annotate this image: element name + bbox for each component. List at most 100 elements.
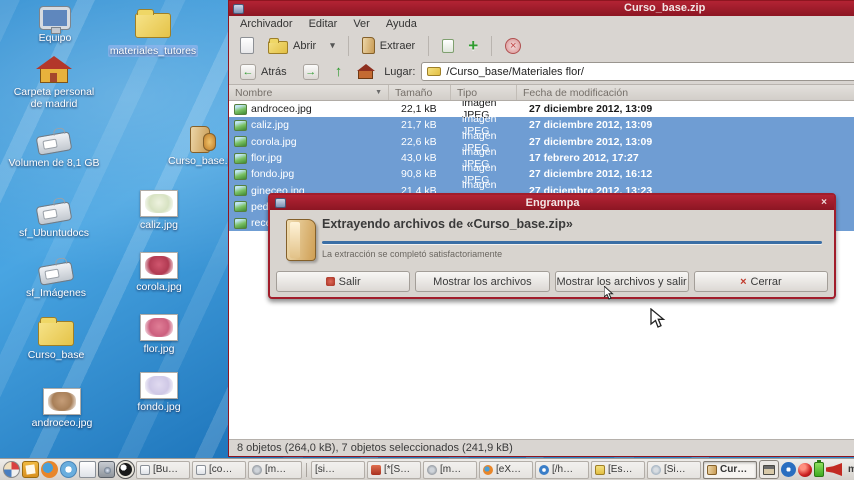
- taskbar-task[interactable]: [si…: [311, 460, 365, 479]
- desktop: Equipo materiales_tutores Carpeta person…: [0, 0, 854, 480]
- column-header-fecha[interactable]: Fecha de modificación: [517, 85, 854, 100]
- up-button[interactable]: ↑: [330, 61, 348, 82]
- dialog-titlebar[interactable]: Engrampa ×: [270, 195, 834, 210]
- forward-arrow-icon: →: [302, 63, 319, 80]
- tray-swirl-icon[interactable]: [781, 462, 796, 477]
- tray-record-icon[interactable]: [798, 462, 812, 477]
- forward-button[interactable]: →: [298, 62, 324, 82]
- desktop-icon-equipo[interactable]: Equipo: [24, 5, 86, 44]
- camera-icon: [427, 464, 437, 475]
- taskbar-task[interactable]: [eX…: [479, 460, 533, 479]
- image-file-icon: [234, 152, 247, 164]
- image-file-icon: [234, 201, 247, 213]
- column-header-tamano[interactable]: Tamaño: [389, 85, 451, 100]
- delete-button[interactable]: ×: [500, 36, 526, 56]
- desktop-icon-sf-imagenes[interactable]: sf_Imágenes: [14, 256, 98, 299]
- image-thumbnail-icon: [140, 190, 178, 217]
- desktop-icon-materiales-tutores[interactable]: materiales_tutores: [103, 8, 203, 59]
- new-archive-button[interactable]: [235, 35, 259, 56]
- taskbar-task[interactable]: [/h…: [535, 460, 589, 479]
- column-header-nombre[interactable]: Nombre ▼: [229, 85, 389, 100]
- desktop-icon-sf-ubuntudocs[interactable]: sf_Ubuntudocs: [12, 196, 96, 239]
- home-button[interactable]: [353, 62, 378, 81]
- app-menu-icon[interactable]: [3, 461, 20, 478]
- text-editor-launcher-icon[interactable]: [79, 461, 96, 478]
- back-button[interactable]: ← Atrás: [235, 62, 292, 82]
- taskbar-task[interactable]: [Es…: [591, 460, 645, 479]
- menu-archivador[interactable]: Archivador: [233, 17, 300, 31]
- menu-ayuda[interactable]: Ayuda: [379, 17, 424, 31]
- app-icon: [371, 464, 381, 475]
- extract-button[interactable]: Extraer: [357, 35, 420, 56]
- image-file-icon: [234, 136, 247, 148]
- clock-date[interactable]: mié 14: [848, 464, 854, 475]
- image-file-icon: [234, 119, 247, 131]
- extraction-dialog: Engrampa × Extrayendo archivos de «Curso…: [268, 193, 836, 299]
- column-header-tipo[interactable]: Tipo: [451, 85, 517, 100]
- open-button[interactable]: Abrir: [263, 36, 321, 56]
- desktop-icon-volumen[interactable]: Volumen de 8,1 GB: [8, 126, 100, 169]
- browser-launcher-icon[interactable]: [60, 461, 77, 478]
- engrampa-window-icon: [233, 3, 244, 14]
- view-file-icon: [442, 38, 455, 53]
- dialog-body: Extrayendo archivos de «Curso_base.zip» …: [322, 217, 822, 259]
- desktop-icon-curso-base-folder[interactable]: Curso_base: [20, 316, 92, 361]
- taskbar-task[interactable]: [m…: [248, 460, 302, 479]
- desktop-icon-fondo[interactable]: fondo.jpg: [128, 370, 190, 413]
- archive-icon: [190, 126, 216, 153]
- location-bar: ← Atrás → ↑ Lugar: /Curso_base/Materiale…: [229, 59, 854, 84]
- show-files-and-quit-button[interactable]: Mostrar los archivos y salir: [554, 271, 689, 292]
- taskbar-task[interactable]: [m…: [423, 460, 477, 479]
- dialog-close-icon[interactable]: ×: [819, 197, 829, 208]
- open-dropdown-button[interactable]: ▾: [325, 39, 340, 52]
- taskbar-task[interactable]: [Bu…: [136, 460, 190, 479]
- desktop-icon-corola[interactable]: corola.jpg: [128, 250, 190, 293]
- show-files-button[interactable]: Mostrar los archivos: [415, 271, 550, 292]
- image-file-icon: [234, 168, 247, 180]
- document-icon: [196, 464, 206, 475]
- quit-button[interactable]: Salir: [276, 271, 411, 292]
- taskbar-task[interactable]: [*[S…: [367, 460, 421, 479]
- file-row[interactable]: fondo.jpg 90,8 kB imagen JPEG 27 diciemb…: [229, 162, 854, 186]
- menu-editar[interactable]: Editar: [302, 17, 345, 31]
- desktop-icon-curso-base-zip[interactable]: Curso_base.z: [168, 124, 233, 167]
- window-titlebar[interactable]: Curso_base.zip: [229, 1, 854, 16]
- desktop-icon-caliz[interactable]: caliz.jpg: [128, 188, 190, 231]
- taskbar-task[interactable]: [Si…: [647, 460, 701, 479]
- file-manager-icon: [539, 464, 549, 475]
- file-row[interactable]: flor.jpg 43,0 kB imagen JPEG 17 febrero …: [229, 146, 854, 170]
- globe-icon: [651, 464, 661, 475]
- status-bar: 8 objetos (264,0 kB), 7 objetos seleccio…: [229, 439, 854, 456]
- screenshot-launcher-icon[interactable]: [98, 461, 115, 478]
- toolbar: Abrir ▾ Extraer + ×: [229, 32, 854, 59]
- toolbar-separator: [428, 35, 430, 56]
- battery-icon[interactable]: [814, 460, 824, 477]
- file-row[interactable]: caliz.jpg 21,7 kB imagen JPEG 27 diciemb…: [229, 113, 854, 137]
- toolbar-separator: [347, 35, 349, 56]
- dialog-title: Engrampa: [525, 196, 580, 209]
- location-input[interactable]: /Curso_base/Materiales flor/: [421, 62, 854, 81]
- desktop-icon-androceo[interactable]: androceo.jpg: [26, 386, 98, 429]
- volume-icon[interactable]: [826, 463, 842, 476]
- view-file-button[interactable]: [437, 37, 459, 55]
- sort-arrow-icon: ▼: [375, 89, 382, 96]
- file-row[interactable]: androceo.jpg 22,1 kB imagen JPEG 27 dici…: [229, 101, 854, 121]
- desktop-icon-carpeta-personal[interactable]: Carpeta personal de madrid: [10, 52, 98, 110]
- chevron-down-icon: ▾: [330, 40, 335, 50]
- taskbar-task-active[interactable]: Cur…: [703, 460, 757, 479]
- file-row[interactable]: corola.jpg 22,6 kB imagen JPEG 27 diciem…: [229, 130, 854, 154]
- taskbar: [Bu… [co… [m… [si… [*[S… [m… [eX… [/h… […: [0, 458, 854, 480]
- recorder-launcher-icon[interactable]: [116, 460, 135, 479]
- add-files-button[interactable]: +: [463, 35, 483, 56]
- desktop-icon-flor[interactable]: flor.jpg: [128, 312, 190, 355]
- engrampa-bag-icon: [286, 219, 316, 261]
- dialog-buttons: Salir Mostrar los archivos Mostrar los a…: [276, 271, 828, 292]
- open-folder-icon: [268, 37, 288, 54]
- taskbar-task[interactable]: [co…: [192, 460, 246, 479]
- firefox-launcher-icon[interactable]: [41, 461, 58, 478]
- menu-ver[interactable]: Ver: [346, 17, 377, 31]
- image-file-icon: [234, 185, 247, 197]
- close-button[interactable]: × Cerrar: [693, 271, 828, 292]
- tray-archive-slot[interactable]: [759, 460, 779, 479]
- notes-launcher-icon[interactable]: [22, 461, 39, 478]
